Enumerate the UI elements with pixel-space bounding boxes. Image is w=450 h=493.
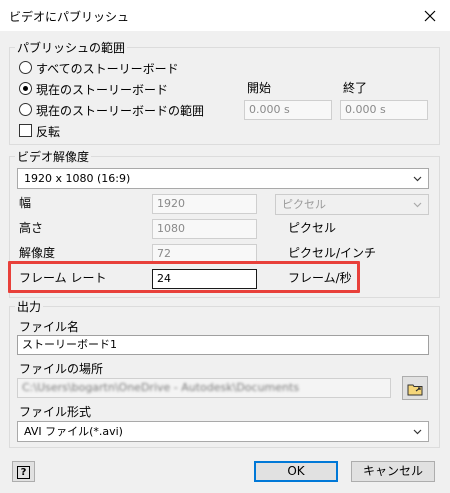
chevron-down-icon [413,202,422,208]
radio-current-range[interactable] [19,103,32,116]
height-unit-label: ピクセル [288,221,337,235]
format-select-value: AVI ファイル(*.avi) [24,425,123,438]
radio-all-storyboards[interactable] [19,61,32,74]
chevron-down-icon [413,429,422,435]
help-glyph: ? [20,467,27,478]
location-value: C:\Users\bogartn\OneDrive - Autodesk\Doc… [22,381,300,394]
radio-all-storyboards-label: すべてのストーリーボード [36,62,179,76]
resolution-preset-select[interactable]: 1920 x 1080 (16:9) [17,168,429,189]
folder-icon [407,384,423,395]
start-time-input[interactable]: 0.000 s [244,100,332,120]
window-title: ビデオにパブリッシュ [9,10,130,24]
browse-folder-button[interactable] [402,376,428,400]
resolution-preset-value: 1920 x 1080 (16:9) [24,172,131,185]
filename-label: ファイル名 [19,320,80,334]
title-bar: ビデオにパブリッシュ [0,0,450,31]
height-label: 高さ [19,221,44,235]
dpi-unit-label: ピクセル/インチ [288,246,377,260]
location-label: ファイルの場所 [19,362,104,376]
location-input[interactable]: C:\Users\bogartn\OneDrive - Autodesk\Doc… [17,378,391,398]
format-select[interactable]: AVI ファイル(*.avi) [17,421,429,442]
radio-current-storyboard-label: 現在のストーリーボード [36,83,169,97]
framerate-highlight [8,261,360,293]
radio-current-storyboard[interactable] [19,82,32,95]
ok-button[interactable]: OK [254,461,338,482]
chevron-down-icon [413,176,422,182]
format-label: ファイル形式 [19,405,92,419]
unit-select-value: ピクセル [282,198,326,211]
height-input[interactable]: 1080 [152,219,257,239]
radio-current-range-label: 現在のストーリーボードの範囲 [36,104,205,118]
publish-range-label: パブリッシュの範囲 [15,39,128,56]
output-group-label: 出力 [15,298,44,315]
help-button[interactable]: ? [12,461,35,482]
width-label: 幅 [19,196,32,210]
dpi-label: 解像度 [19,246,56,260]
resolution-group-label: ビデオ解像度 [15,148,92,165]
filename-input[interactable]: ストーリーボード1 [17,335,429,355]
help-icon: ? [17,466,30,479]
end-time-input[interactable]: 0.000 s [340,100,428,120]
close-button[interactable] [410,0,450,31]
close-icon [424,10,436,21]
width-input[interactable]: 1920 [152,194,257,214]
end-label: 終了 [343,81,368,95]
start-label: 開始 [247,81,272,95]
cancel-button[interactable]: キャンセル [351,461,435,482]
reverse-checkbox[interactable] [19,124,32,137]
reverse-label: 反転 [36,125,61,139]
unit-select[interactable]: ピクセル [275,194,429,215]
